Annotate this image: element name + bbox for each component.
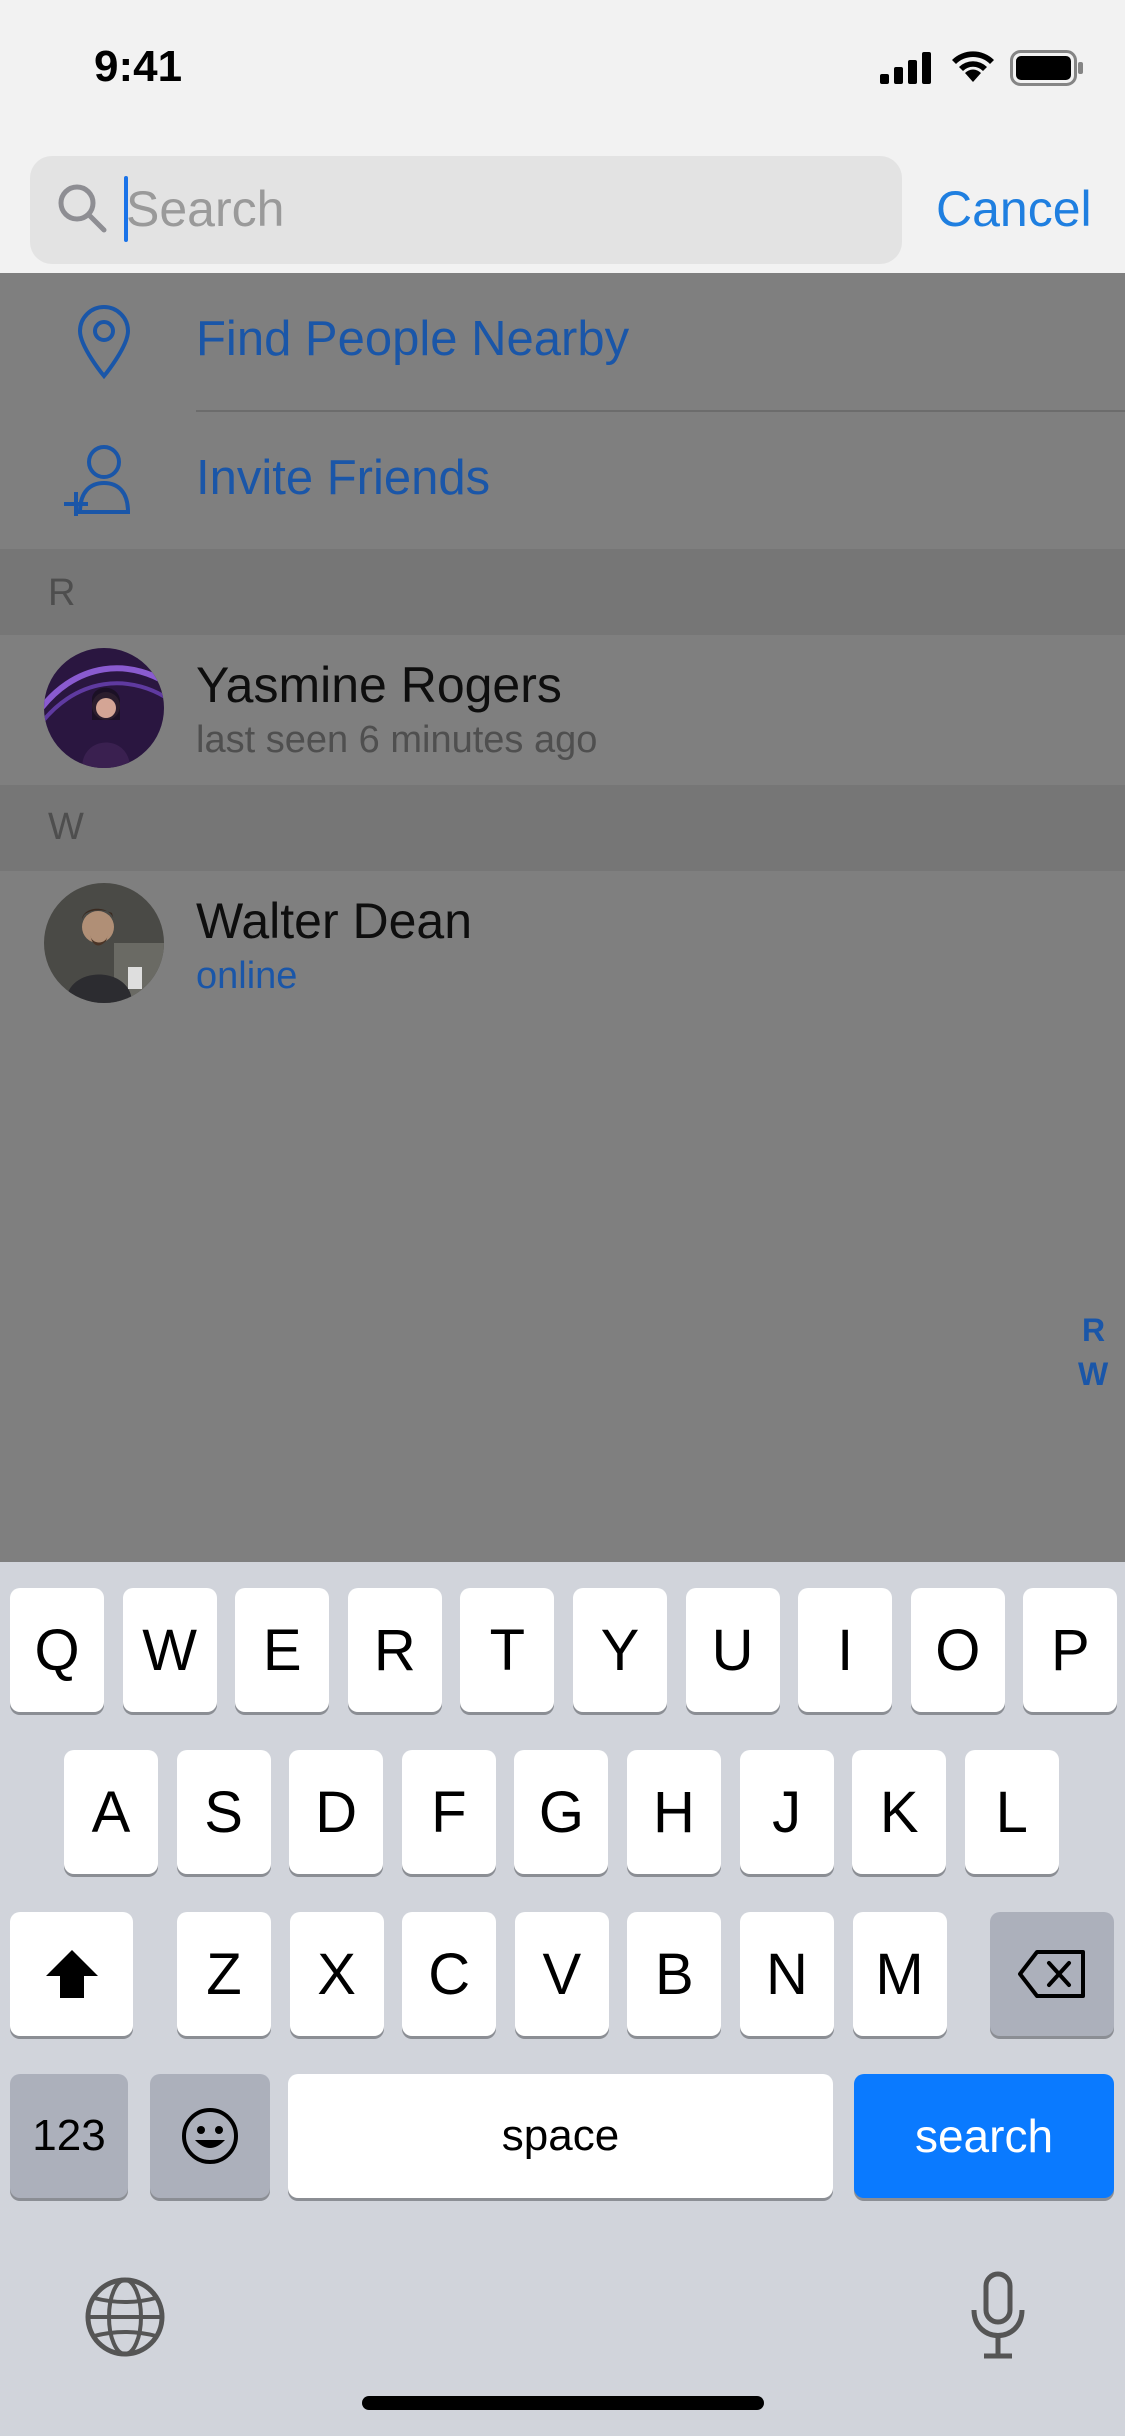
- key-j[interactable]: J: [739, 1750, 834, 1874]
- cellular-signal-icon: [880, 52, 934, 89]
- key-f[interactable]: F: [401, 1750, 496, 1874]
- section-header-r: [0, 549, 1125, 635]
- key-v[interactable]: V: [514, 1912, 609, 2036]
- invite-friends-label: Invite Friends: [196, 451, 491, 505]
- globe-icon[interactable]: [84, 2276, 166, 2363]
- key-q[interactable]: Q: [10, 1588, 104, 1712]
- key-d[interactable]: D: [289, 1750, 384, 1874]
- status-time: 9:41: [94, 42, 183, 91]
- contact-status: online: [196, 955, 298, 997]
- search-key[interactable]: search: [854, 2074, 1114, 2198]
- key-k[interactable]: K: [852, 1750, 947, 1874]
- key-w[interactable]: W: [122, 1588, 217, 1712]
- find-people-nearby-row[interactable]: Find People Nearby: [0, 273, 1125, 410]
- key-g[interactable]: G: [514, 1750, 609, 1874]
- key-p[interactable]: P: [1023, 1588, 1118, 1712]
- key-h[interactable]: H: [627, 1750, 721, 1874]
- location-pin-icon: [74, 303, 134, 384]
- find-people-nearby-label: Find People Nearby: [196, 312, 630, 366]
- contact-status: last seen 6 minutes ago: [196, 719, 598, 761]
- key-a[interactable]: A: [64, 1750, 158, 1874]
- emoji-key[interactable]: [150, 2074, 270, 2198]
- section-letter-r: R: [48, 572, 76, 614]
- contact-name: Walter Dean: [196, 893, 473, 949]
- key-s[interactable]: S: [176, 1750, 271, 1874]
- key-y[interactable]: Y: [573, 1588, 667, 1712]
- contact-name: Yasmine Rogers: [196, 657, 562, 713]
- key-t[interactable]: T: [460, 1588, 555, 1712]
- key-r[interactable]: R: [347, 1588, 442, 1712]
- invite-friends-row[interactable]: Invite Friends: [0, 412, 1125, 549]
- backspace-key[interactable]: [990, 1912, 1114, 2036]
- microphone-icon[interactable]: [966, 2270, 1030, 2365]
- key-n[interactable]: N: [740, 1912, 834, 2036]
- index-letter-r[interactable]: R: [1082, 1312, 1105, 1349]
- numbers-key[interactable]: 123: [10, 2074, 128, 2198]
- key-x[interactable]: X: [289, 1912, 384, 2036]
- magnifier-icon: [56, 182, 108, 239]
- add-person-icon: [62, 442, 136, 523]
- key-u[interactable]: U: [685, 1588, 780, 1712]
- key-i[interactable]: I: [798, 1588, 893, 1712]
- key-l[interactable]: L: [964, 1750, 1059, 1874]
- key-c[interactable]: C: [402, 1912, 497, 2036]
- key-z[interactable]: Z: [177, 1912, 271, 2036]
- contact-row-walter-dean[interactable]: Walter Dean online: [0, 871, 1125, 1021]
- space-key[interactable]: space: [288, 2074, 833, 2198]
- key-m[interactable]: M: [852, 1912, 947, 2036]
- section-header-w: [0, 785, 1125, 871]
- wifi-icon: [950, 48, 996, 89]
- key-b[interactable]: B: [627, 1912, 722, 2036]
- avatar: [44, 648, 164, 768]
- home-indicator: [362, 2396, 764, 2410]
- avatar: [44, 883, 164, 1003]
- battery-icon: [1010, 50, 1084, 91]
- text-cursor: [124, 176, 128, 242]
- search-placeholder[interactable]: Search: [126, 180, 284, 238]
- key-e[interactable]: E: [235, 1588, 330, 1712]
- section-letter-w: W: [48, 806, 84, 848]
- index-letter-w[interactable]: W: [1078, 1356, 1108, 1393]
- keyboard: QWERTYUIOP ASDFGHJKL ZXCVBNM 123 space s…: [0, 1562, 1125, 2436]
- cancel-button[interactable]: Cancel: [936, 180, 1092, 238]
- shift-key[interactable]: [10, 1912, 133, 2036]
- key-o[interactable]: O: [910, 1588, 1005, 1712]
- contact-row-yasmine-rogers[interactable]: Yasmine Rogers last seen 6 minutes ago: [0, 635, 1125, 785]
